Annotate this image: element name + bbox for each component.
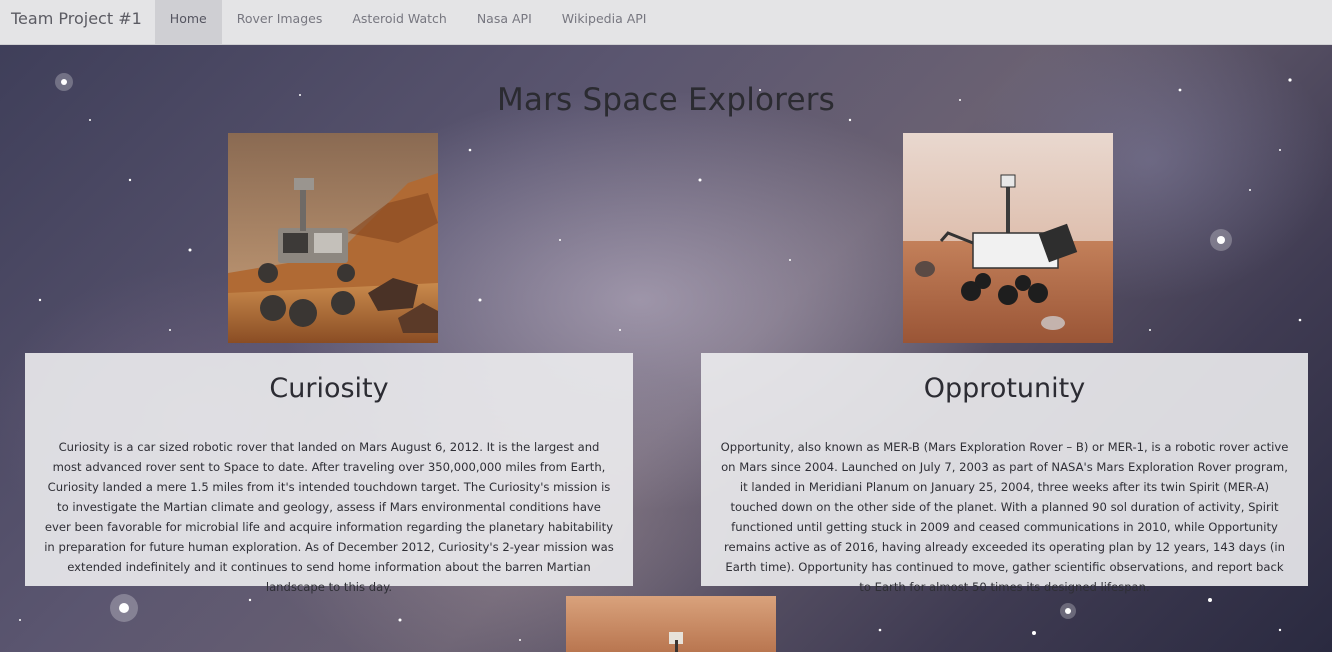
top-navbar: Team Project #1 Home Rover Images Astero…: [0, 0, 1332, 45]
curiosity-title: Curiosity: [269, 373, 389, 404]
nav-menu: Home Rover Images Asteroid Watch Nasa AP…: [154, 0, 662, 44]
third-rover-image: [566, 596, 776, 652]
nav-item-rover-images[interactable]: Rover Images: [222, 0, 338, 36]
opportunity-title: Opprotunity: [923, 373, 1086, 404]
curiosity-rover-image: [228, 133, 438, 343]
page-title: Mars Space Explorers: [496, 82, 836, 118]
curiosity-description: Curiosity is a car sized robotic rover t…: [44, 440, 614, 594]
brand-logo[interactable]: Team Project #1: [0, 0, 155, 36]
opportunity-card: Opprotunity Opportunity, also known as M…: [701, 353, 1308, 594]
nav-item-wikipedia-api[interactable]: Wikipedia API: [547, 0, 662, 36]
nav-item-asteroid-watch[interactable]: Asteroid Watch: [337, 0, 461, 36]
nav-item-home[interactable]: Home: [154, 0, 222, 44]
nav-item-nasa-api[interactable]: Nasa API: [462, 0, 547, 36]
opportunity-rover-image: [903, 133, 1113, 343]
curiosity-card: Curiosity Curiosity is a car sized robot…: [25, 353, 633, 594]
opportunity-description: Opportunity, also known as MER-B (Mars E…: [720, 440, 1289, 594]
